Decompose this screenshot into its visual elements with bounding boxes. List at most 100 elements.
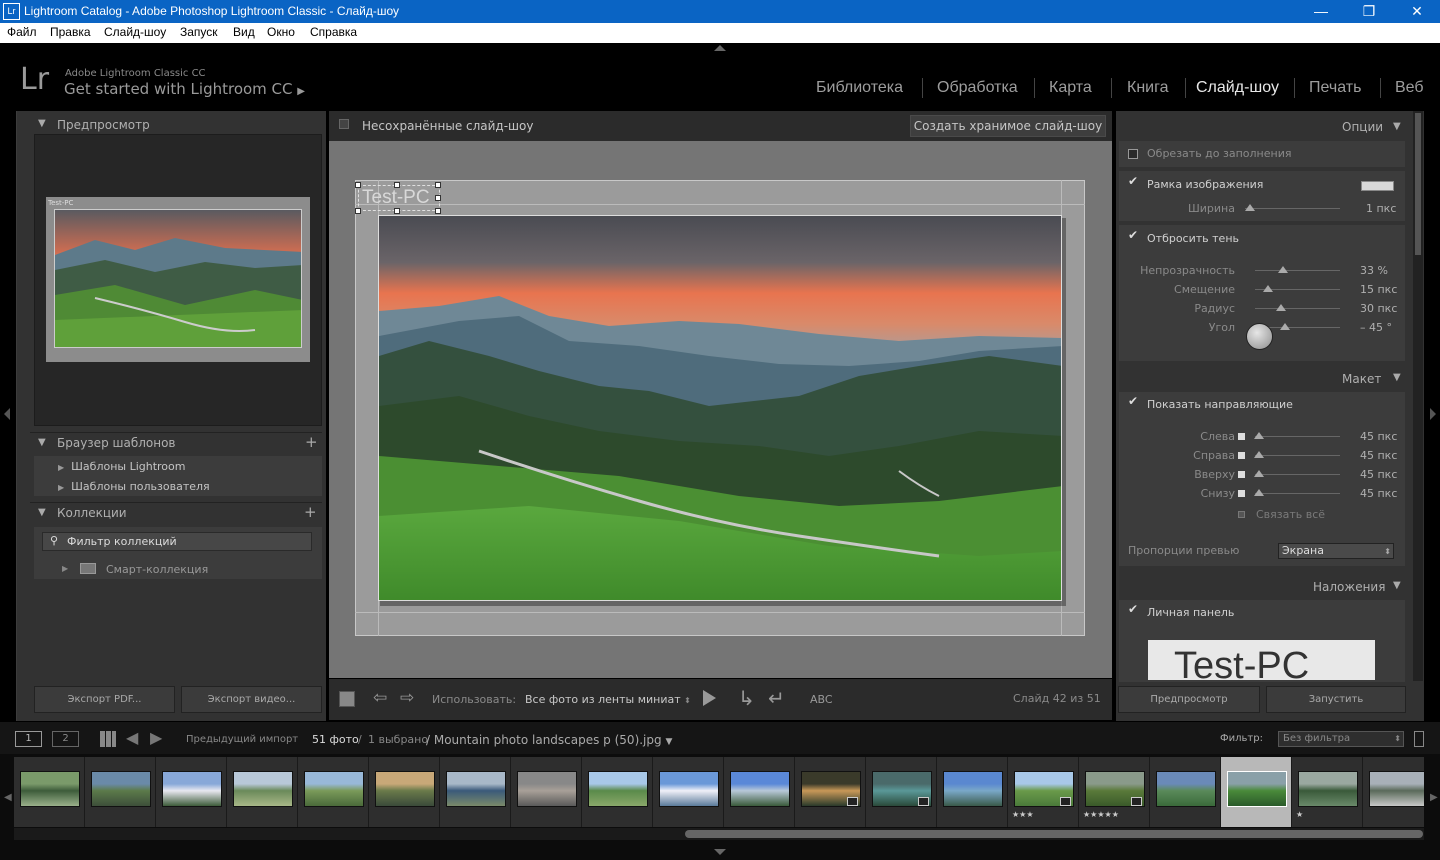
resize-handle[interactable] (394, 182, 400, 188)
back-arrow-icon[interactable]: ◀ (126, 728, 138, 747)
get-started-link[interactable]: Get started with Lightroom CC ▶ (64, 80, 305, 98)
menu-window[interactable]: Окно (267, 25, 295, 39)
crop-fill-checkbox[interactable] (1128, 149, 1138, 159)
filmstrip-cell[interactable] (227, 757, 298, 827)
smart-collection-item[interactable]: Смарт-коллекция (106, 563, 208, 576)
resize-handle[interactable] (355, 182, 361, 188)
guide-0-checkbox[interactable] (1238, 433, 1245, 440)
slider-knob[interactable] (1254, 451, 1265, 458)
filmstrip-cell[interactable] (866, 757, 937, 827)
image-border-checkbox[interactable]: ✔ (1128, 175, 1138, 187)
module-develop[interactable]: Обработка (937, 79, 1018, 97)
menu-file[interactable]: Файл (7, 25, 37, 39)
module-print[interactable]: Печать (1309, 79, 1361, 97)
collapse-top-icon[interactable] (714, 45, 726, 51)
shadow-0-slider[interactable] (1255, 270, 1340, 271)
filmstrip-cell[interactable] (937, 757, 1008, 827)
create-saved-slideshow-button[interactable]: Создать хранимое слайд-шоу (910, 115, 1106, 137)
filmstrip-cell[interactable] (582, 757, 653, 827)
main-window-button[interactable]: 1 (15, 731, 42, 747)
second-window-button[interactable]: 2 (52, 731, 79, 747)
module-library[interactable]: Библиотека (816, 79, 903, 97)
collapse-triangle-icon[interactable]: ▼ (1393, 121, 1401, 132)
rotate-left-icon[interactable]: ↳ (738, 686, 755, 710)
filmstrip-cell[interactable] (14, 757, 85, 827)
slider-knob[interactable] (1278, 266, 1289, 273)
filmstrip-cell[interactable] (85, 757, 156, 827)
filmstrip-cell[interactable] (653, 757, 724, 827)
shadow-2-slider[interactable] (1255, 308, 1340, 309)
source-label[interactable]: Предыдущий импорт (186, 734, 298, 745)
menu-slideshow[interactable]: Слайд-шоу (104, 25, 166, 39)
slide-main-image[interactable] (378, 215, 1062, 601)
badge-icon[interactable] (1131, 797, 1142, 806)
filmstrip-cell[interactable] (440, 757, 511, 827)
filter-lock-icon[interactable] (1414, 731, 1424, 747)
collapse-triangle-icon[interactable]: ▼ (38, 437, 46, 448)
module-book[interactable]: Книга (1127, 79, 1168, 97)
resize-handle[interactable] (435, 182, 441, 188)
previous-icon[interactable]: ⇦ (373, 688, 387, 708)
slider-knob[interactable] (1254, 470, 1265, 477)
collection-filter-input[interactable]: ⚲ Фильтр коллекций (42, 532, 312, 551)
filmstrip-cell[interactable] (298, 757, 369, 827)
filmstrip-cell[interactable] (156, 757, 227, 827)
collections-title[interactable]: Коллекции (57, 506, 127, 520)
maximize-button[interactable]: ❐ (1346, 0, 1392, 23)
badge-icon[interactable] (1060, 797, 1071, 806)
guide-0-slider[interactable] (1255, 436, 1340, 437)
guide-3-checkbox[interactable] (1238, 490, 1245, 497)
collapse-left-icon[interactable] (4, 408, 10, 420)
filmstrip-cell[interactable] (795, 757, 866, 827)
link-all-checkbox[interactable] (1238, 511, 1245, 518)
options-title[interactable]: Опции (1342, 120, 1383, 134)
guide-1-slider[interactable] (1255, 455, 1340, 456)
guide-3-slider[interactable] (1255, 493, 1340, 494)
module-web[interactable]: Веб (1395, 79, 1424, 97)
badge-icon[interactable] (918, 797, 929, 806)
export-video-button[interactable]: Экспорт видео... (181, 686, 322, 713)
add-template-icon[interactable]: + (305, 433, 318, 451)
filmstrip-left-icon[interactable]: ◀ (4, 792, 12, 803)
menu-play[interactable]: Запуск (180, 25, 218, 39)
collapse-triangle-icon[interactable]: ▼ (1393, 580, 1401, 591)
preview-button[interactable]: Предпросмотр (1118, 686, 1260, 713)
minimize-button[interactable]: — (1298, 0, 1344, 23)
module-slideshow[interactable]: Слайд-шоу (1196, 79, 1279, 97)
layout-title[interactable]: Макет (1342, 372, 1381, 386)
close-button[interactable]: ✕ (1394, 0, 1440, 23)
collapse-triangle-icon[interactable]: ▼ (38, 118, 46, 129)
export-pdf-button[interactable]: Экспорт PDF... (34, 686, 175, 713)
border-color-swatch[interactable] (1361, 181, 1394, 191)
guide-2-checkbox[interactable] (1238, 471, 1245, 478)
template-folder-lightroom[interactable]: ▶ Шаблоны Lightroom (58, 460, 186, 473)
drop-shadow-checkbox[interactable]: ✔ (1128, 229, 1138, 241)
show-guides-checkbox[interactable]: ✔ (1128, 395, 1138, 407)
use-select[interactable]: Все фото из ленты миниат ⬍ (525, 693, 691, 706)
slider-knob[interactable] (1254, 489, 1265, 496)
collapse-right-icon[interactable] (1430, 408, 1436, 420)
menu-edit[interactable]: Правка (50, 25, 91, 39)
filename-label[interactable]: / Mountain photo landscapes p (50).jpg ▼ (426, 733, 672, 747)
filmstrip-cell[interactable] (724, 757, 795, 827)
stop-icon[interactable] (339, 691, 355, 707)
next-icon[interactable]: ⇨ (400, 688, 414, 708)
play-preview-icon[interactable] (703, 690, 716, 706)
filmstrip-cell[interactable] (1150, 757, 1221, 827)
identity-plate-checkbox[interactable]: ✔ (1128, 603, 1138, 615)
guide-1-checkbox[interactable] (1238, 452, 1245, 459)
slider-knob[interactable] (1245, 204, 1255, 211)
menu-view[interactable]: Вид (233, 25, 255, 39)
preview-panel-title[interactable]: Предпросмотр (57, 118, 150, 132)
overlays-title[interactable]: Наложения (1313, 580, 1385, 594)
template-browser-title[interactable]: Браузер шаблонов (57, 436, 176, 450)
filmstrip-scroll-thumb[interactable] (685, 830, 1423, 838)
filmstrip-cell[interactable] (1363, 757, 1424, 827)
filmstrip-cell[interactable]: ★★★★★ (1079, 757, 1150, 827)
scrollbar-thumb[interactable] (1415, 113, 1421, 255)
slider-knob[interactable] (1275, 304, 1286, 311)
aspect-select[interactable]: Экрана ⬍ (1278, 543, 1394, 559)
angle-dial[interactable] (1246, 323, 1273, 350)
slider-knob[interactable] (1279, 323, 1290, 330)
add-text-button[interactable]: ABC (810, 693, 833, 706)
